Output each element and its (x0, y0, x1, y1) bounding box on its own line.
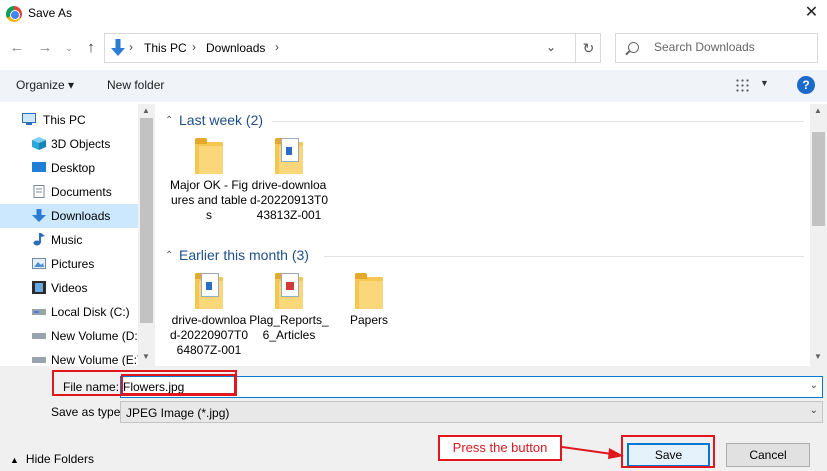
music-note-icon (33, 233, 45, 246)
navigation-scrollbar[interactable]: ▲ ▼ (138, 104, 155, 366)
navigation-pane: This PC 3D Objects Desktop Documents Dow… (0, 104, 138, 366)
download-location-icon (111, 39, 125, 56)
chrome-icon (6, 6, 22, 22)
nav-item-pictures[interactable]: Pictures (0, 252, 138, 276)
chevron-down-icon[interactable]: ⌄ (810, 405, 818, 416)
videos-icon (32, 281, 46, 294)
group-collapse-chevron-icon[interactable]: ⌃ (165, 115, 173, 126)
drive-icon (32, 333, 46, 339)
file-list-scroll-thumb[interactable] (812, 132, 825, 226)
command-toolbar: Organize ▾ New folder ▼ ? (0, 70, 827, 102)
forward-arrow-icon[interactable]: → (36, 38, 54, 58)
save-as-type-value: JPEG Image (*.jpg) (126, 406, 230, 420)
group-divider (272, 121, 804, 122)
nav-item-downloads[interactable]: Downloads (0, 204, 138, 228)
organize-button[interactable]: Organize ▾ (16, 78, 74, 92)
folder-item[interactable]: drive-download-20220913T043813Z-001 (249, 138, 329, 223)
save-as-type-select[interactable]: JPEG Image (*.jpg) ⌄ (120, 401, 823, 423)
breadcrumb-separator-icon[interactable]: › (192, 40, 196, 54)
nav-item-new-volume-e[interactable]: New Volume (E:) (0, 348, 138, 366)
cube-icon (32, 137, 46, 150)
nav-item-local-disk-c[interactable]: Local Disk (C:) (0, 300, 138, 324)
folder-item[interactable]: Papers (329, 273, 409, 328)
view-options-icon[interactable] (735, 78, 750, 92)
nav-item-music[interactable]: Music (0, 228, 138, 252)
group-header-earlier-this-month[interactable]: Earlier this month (3) (179, 247, 309, 263)
back-arrow-icon[interactable]: ← (8, 38, 26, 58)
breadcrumb-separator-icon[interactable]: › (275, 40, 279, 54)
file-name-label: File name: (63, 380, 120, 394)
file-list-pane: ⌃ Last week (2) Major OK - Figures and t… (156, 104, 809, 366)
documents-icon (33, 185, 45, 198)
breadcrumb-this-pc[interactable]: This PC (144, 41, 187, 55)
pictures-icon (32, 258, 46, 269)
folder-item[interactable]: drive-download-20220907T064807Z-001 (169, 273, 249, 358)
search-icon (628, 42, 639, 53)
hide-folders-button[interactable]: ▲ Hide Folders (10, 452, 94, 466)
file-name-input[interactable] (123, 380, 803, 394)
scroll-down-arrow-icon[interactable]: ▼ (814, 352, 822, 361)
callout-arrow-icon (562, 446, 624, 459)
breadcrumb-separator-icon[interactable]: › (129, 40, 133, 54)
desktop-icon (32, 162, 46, 172)
computer-icon (22, 113, 36, 125)
recent-locations-chevron-icon[interactable]: ⌄ (60, 38, 78, 58)
file-list-scrollbar[interactable]: ▲ ▼ (810, 104, 827, 366)
address-history-chevron-icon[interactable]: ⌄ (546, 40, 556, 54)
folder-item[interactable]: Major OK - Figures and tables (169, 138, 249, 223)
scroll-up-arrow-icon[interactable]: ▲ (814, 106, 822, 115)
close-icon[interactable]: ✕ (796, 0, 827, 28)
window-title: Save As (28, 6, 73, 20)
save-button[interactable]: Save (627, 443, 710, 467)
address-bar[interactable]: › This PC › Downloads › ⌄ ↻ (104, 33, 601, 63)
breadcrumb-downloads[interactable]: Downloads (206, 41, 265, 55)
file-name-field[interactable]: ⌄ (120, 376, 823, 398)
nav-item-3d-objects[interactable]: 3D Objects (0, 132, 138, 156)
chevron-up-icon: ▲ (10, 455, 19, 465)
folder-with-document-icon (275, 138, 303, 174)
nav-item-desktop[interactable]: Desktop (0, 156, 138, 180)
help-icon[interactable]: ? (797, 76, 815, 94)
scroll-up-arrow-icon[interactable]: ▲ (142, 106, 150, 115)
view-options-caret-icon[interactable]: ▼ (760, 78, 769, 88)
search-input[interactable] (654, 40, 814, 54)
save-form: File name: ⌄ Save as type: JPEG Image (*… (0, 366, 827, 471)
navigation-scroll-thumb[interactable] (140, 118, 153, 323)
folder-icon (195, 138, 223, 174)
refresh-icon[interactable]: ↻ (575, 34, 601, 62)
folder-with-document-icon (195, 273, 223, 309)
folder-icon (355, 273, 383, 309)
folder-with-pdf-icon (275, 273, 303, 309)
folder-item[interactable]: Plag_Reports_6_Articles (249, 273, 329, 343)
cancel-button[interactable]: Cancel (726, 443, 810, 467)
drive-icon (32, 357, 46, 363)
up-arrow-icon[interactable]: ↑ (82, 38, 100, 58)
nav-item-this-pc[interactable]: This PC (0, 108, 138, 132)
nav-item-videos[interactable]: Videos (0, 276, 138, 300)
new-folder-button[interactable]: New folder (107, 78, 164, 92)
save-as-type-label: Save as type: (51, 405, 124, 419)
group-collapse-chevron-icon[interactable]: ⌃ (165, 250, 173, 261)
group-header-last-week[interactable]: Last week (2) (179, 112, 263, 128)
chevron-down-icon[interactable]: ⌄ (810, 380, 818, 391)
nav-item-new-volume-d[interactable]: New Volume (D: (0, 324, 138, 348)
drive-icon (32, 309, 46, 315)
group-divider (324, 256, 804, 257)
address-row: ← → ⌄ ↑ › This PC › Downloads › ⌄ ↻ (0, 30, 827, 66)
scroll-down-arrow-icon[interactable]: ▼ (142, 352, 150, 361)
press-the-button-callout: Press the button (438, 435, 562, 461)
title-bar: Save As ✕ (0, 0, 827, 28)
nav-item-documents[interactable]: Documents (0, 180, 138, 204)
download-arrow-icon (32, 209, 46, 222)
search-box[interactable] (615, 33, 818, 63)
